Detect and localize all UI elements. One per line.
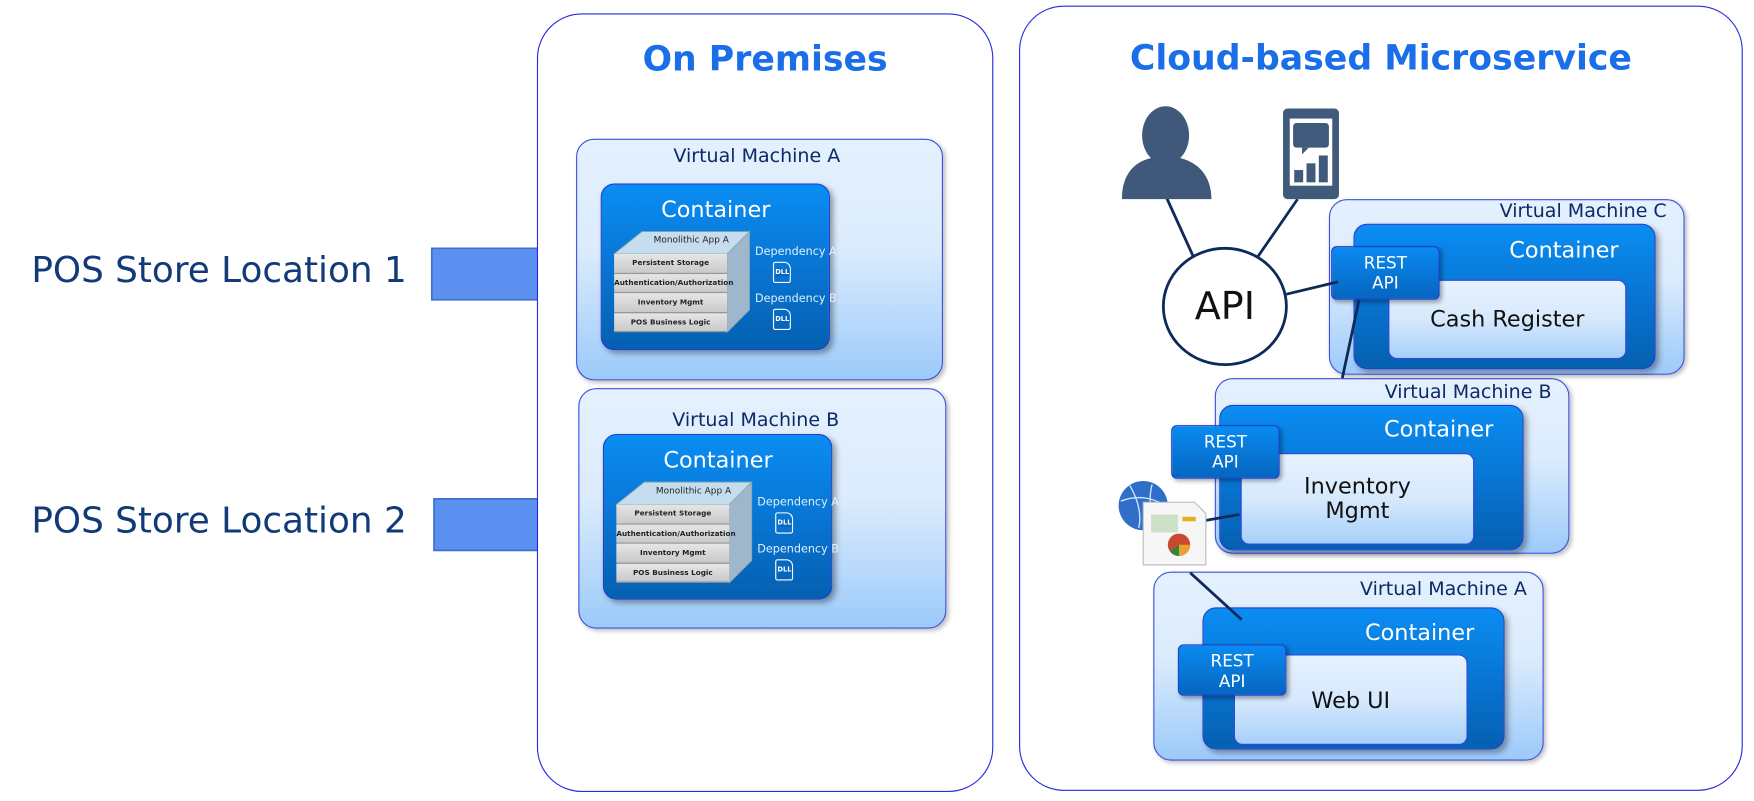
user-icon [1121, 106, 1212, 200]
globe-report-icon [1118, 480, 1207, 566]
cloud-connectors [1118, 106, 1361, 621]
connector-line [1189, 571, 1243, 621]
api-gateway-label: API [1194, 284, 1255, 329]
connector-line [1165, 197, 1196, 261]
connector-line [1286, 280, 1339, 296]
connector-line [1340, 299, 1361, 379]
connector-line [1253, 198, 1299, 262]
mobile-phone-icon [1283, 108, 1339, 200]
